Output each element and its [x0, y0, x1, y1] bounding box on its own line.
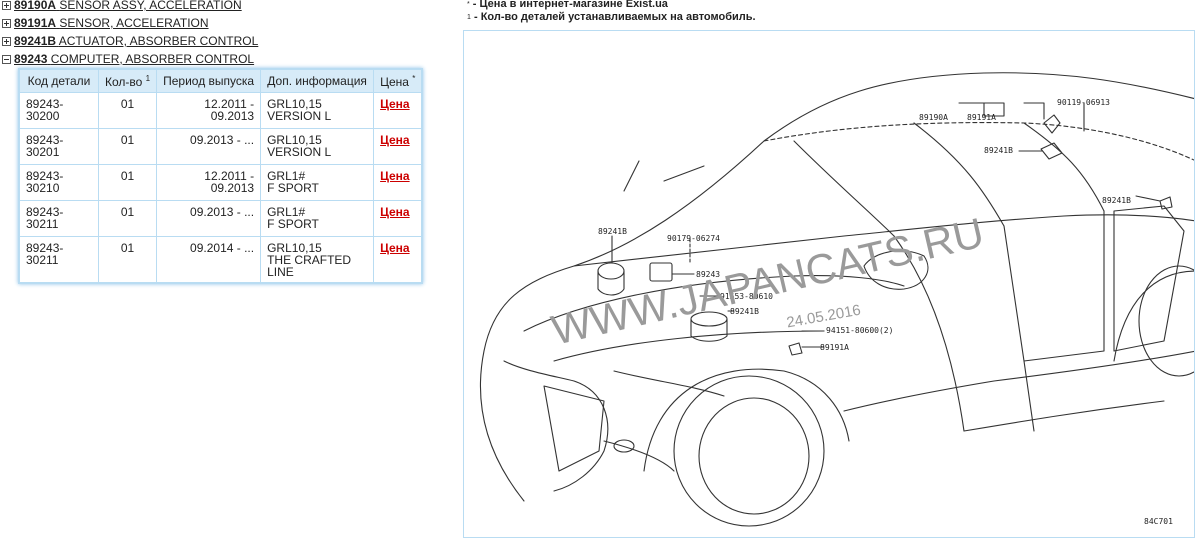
tree-item-link[interactable]: 89241B ACTUATOR, ABSORBER CONTROL: [14, 32, 258, 50]
parts-diagram: 89190A 89191A 90119-06913 89241B 89241B …: [463, 30, 1195, 538]
cell-qty: 01: [97, 164, 158, 201]
cell-qty: 01: [97, 200, 158, 237]
cell-period: 09.2013 - ...: [156, 200, 262, 237]
header-code: Код детали: [18, 68, 99, 93]
cell-period: 12.2011 - 09.2013: [156, 164, 262, 201]
table-header-row: Код детали Кол-во 1 Период выпуска Доп. …: [18, 68, 423, 93]
expand-icon[interactable]: [2, 0, 11, 10]
cell-info: GRL1# F SPORT: [260, 164, 375, 201]
expand-icon[interactable]: [2, 18, 11, 28]
cell-qty: 01: [97, 92, 158, 129]
cell-period: 09.2013 - ...: [156, 128, 262, 165]
parts-tree: 89190A SENSOR ASSY, ACCELERATION 89191A …: [2, 0, 452, 68]
price-link[interactable]: Цена: [380, 97, 410, 111]
label-89191a-bottom[interactable]: 89191A: [820, 343, 849, 352]
cell-period: 12.2011 - 09.2013: [156, 92, 262, 129]
label-94151[interactable]: 94151-80600(2): [826, 326, 893, 335]
expand-icon[interactable]: [2, 36, 11, 46]
cell-code: 89243-30211: [18, 200, 99, 237]
cell-price: Цена: [373, 164, 423, 201]
tree-item-link[interactable]: 89190A SENSOR ASSY, ACCELERATION: [14, 0, 242, 14]
tree-item-89243[interactable]: 89243 COMPUTER, ABSORBER CONTROL: [2, 50, 452, 68]
table-row: 89243-30201 01 09.2013 - ... GRL10,15 VER…: [18, 128, 423, 165]
cell-code: 89243-30211: [18, 236, 99, 284]
diagram-labels: 89190A 89191A 90119-06913 89241B 89241B …: [547, 98, 1173, 526]
tree-item-link[interactable]: 89191A SENSOR, ACCELERATION: [14, 14, 209, 32]
table-row: 89243-30200 01 12.2011 - 09.2013 GRL10,1…: [18, 92, 423, 129]
cell-qty: 01: [97, 236, 158, 284]
label-89241b-right[interactable]: 89241B: [1102, 196, 1131, 205]
label-89190a[interactable]: 89190A: [919, 113, 948, 122]
cell-code: 89243-30210: [18, 164, 99, 201]
price-link[interactable]: Цена: [380, 205, 410, 219]
cell-period: 09.2014 - ...: [156, 236, 262, 284]
footnotes: * - Цена в интернет-магазине Exist.ua 1 …: [467, 0, 756, 24]
cell-price: Цена: [373, 128, 423, 165]
table-row: 89243-30210 01 12.2011 - 09.2013 GRL1# F …: [18, 164, 423, 201]
footnote-price: * - Цена в интернет-магазине Exist.ua: [467, 0, 668, 10]
cell-info: GRL10,15 THE CRAFTED LINE: [260, 236, 375, 284]
table-row: 89243-30211 01 09.2013 - ... GRL1# F SPOR…: [18, 200, 423, 237]
header-info: Доп. информация: [260, 68, 375, 93]
header-qty: Кол-во 1: [97, 68, 158, 93]
table-row: 89243-30211 01 09.2014 - ... GRL10,15 THE…: [18, 236, 423, 284]
cell-code: 89243-30201: [18, 128, 99, 165]
cell-price: Цена: [373, 200, 423, 237]
price-link[interactable]: Цена: [380, 133, 410, 147]
label-90119[interactable]: 90119-06913: [1057, 98, 1110, 107]
tree-item-89241b[interactable]: 89241B ACTUATOR, ABSORBER CONTROL: [2, 32, 452, 50]
footnote-qty: 1 - Кол-во деталей устанавливаемых на ав…: [467, 11, 756, 23]
header-price: Цена *: [373, 68, 423, 93]
cell-price: Цена: [373, 92, 423, 129]
tree-item-link[interactable]: 89243 COMPUTER, ABSORBER CONTROL: [14, 50, 254, 68]
cell-info: GRL10,15 VERSION L: [260, 92, 375, 129]
cell-info: GRL10,15 VERSION L: [260, 128, 375, 165]
label-90179[interactable]: 90179-06274: [667, 234, 720, 243]
tree-item-89191a[interactable]: 89191A SENSOR, ACCELERATION: [2, 14, 452, 32]
cell-info: GRL1# F SPORT: [260, 200, 375, 237]
label-89241b-left[interactable]: 89241B: [598, 227, 627, 236]
cell-code: 89243-30200: [18, 92, 99, 129]
collapse-icon[interactable]: [2, 54, 11, 64]
label-89191a-top[interactable]: 89191A: [967, 113, 996, 122]
car-illustration: 89190A 89191A 90119-06913 89241B 89241B …: [479, 72, 1194, 527]
figure-code: 84C701: [1144, 517, 1173, 526]
price-link[interactable]: Цена: [380, 169, 410, 183]
parts-table: Код детали Кол-во 1 Период выпуска Доп. …: [18, 68, 424, 284]
label-89241b-right-top[interactable]: 89241B: [984, 146, 1013, 155]
header-period: Период выпуска: [156, 68, 262, 93]
cell-qty: 01: [97, 128, 158, 165]
tree-item-89190a[interactable]: 89190A SENSOR ASSY, ACCELERATION: [2, 0, 452, 14]
price-link[interactable]: Цена: [380, 241, 410, 255]
cell-price: Цена: [373, 236, 423, 284]
